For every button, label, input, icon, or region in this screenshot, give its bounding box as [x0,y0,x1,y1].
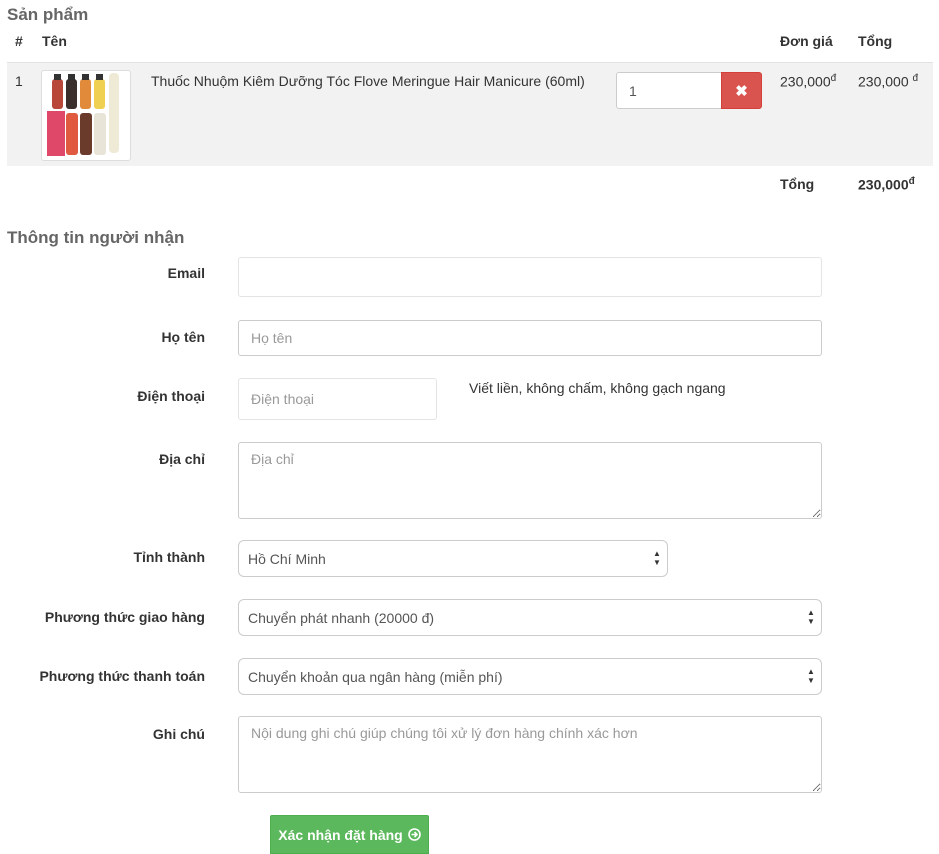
note-field[interactable] [238,716,822,793]
close-icon: ✖ [735,82,748,100]
item-index: 1 [15,73,23,89]
payment-select[interactable]: Chuyển khoản qua ngân hàng (miễn phí) ▲ ▼ [238,658,822,695]
phone-label: Điện thoại [137,388,205,404]
remove-item-button[interactable]: ✖ [721,72,762,109]
fullname-label: Họ tên [161,329,205,345]
arrow-circle-right-icon [407,828,421,841]
phone-field[interactable] [238,378,437,420]
address-label: Địa chỉ [159,451,205,467]
submit-order-label: Xác nhận đặt hàng [278,826,403,843]
address-field[interactable] [238,442,822,519]
product-thumbnail[interactable] [41,70,131,161]
column-header-total: Tổng [858,33,893,49]
grand-total-label: Tổng [780,176,815,192]
select-arrows-icon: ▲ ▼ [807,608,815,626]
email-field[interactable] [238,257,822,297]
product-image-icon [47,73,119,156]
grand-total-value: 230,000đ [858,176,915,193]
submit-order-button[interactable]: Xác nhận đặt hàng [270,815,429,854]
column-header-index: # [15,33,23,49]
products-section-title: Sản phẩm [7,5,89,24]
city-label: Tỉnh thành [133,549,205,565]
unit-price: 230,000đ [780,73,837,90]
line-total: 230,000 đ [858,73,919,90]
select-arrows-icon: ▲ ▼ [653,549,661,567]
payment-label: Phương thức thanh toán [39,668,205,684]
shipping-select-value: Chuyển phát nhanh (20000 đ) [248,609,435,626]
product-name[interactable]: Thuốc Nhuộm Kiêm Dưỡng Tóc Flove Meringu… [151,73,585,89]
select-arrows-icon: ▲ ▼ [807,667,815,685]
cart-item-row: 1 Thuốc Nhuộm Kiêm Dưỡng Tóc Flove Merin… [7,62,933,166]
city-select-value: Hồ Chí Minh [248,550,326,567]
shipping-label: Phương thức giao hàng [44,609,205,625]
column-header-unit-price: Đơn giá [780,33,833,49]
note-label: Ghi chú [152,726,205,742]
email-label: Email [167,265,205,281]
quantity-input[interactable] [616,72,723,109]
recipient-section-title: Thông tin người nhận [7,228,185,247]
payment-select-value: Chuyển khoản qua ngân hàng (miễn phí) [248,668,503,685]
column-header-name: Tên [42,33,67,49]
shipping-select[interactable]: Chuyển phát nhanh (20000 đ) ▲ ▼ [238,599,822,636]
city-select[interactable]: Hồ Chí Minh ▲ ▼ [238,540,668,577]
phone-help-text: Viết liền, không chấm, không gạch ngang [469,380,726,396]
fullname-field[interactable] [238,320,822,356]
